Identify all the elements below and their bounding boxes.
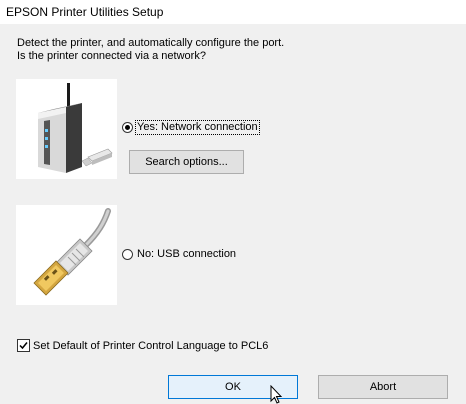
prompt-line-2: Is the printer connected via a network? [17, 50, 206, 62]
search-options-button[interactable]: Search options... [129, 150, 244, 174]
title-bar: EPSON Printer Utilities Setup [0, 0, 466, 24]
window-title: EPSON Printer Utilities Setup [6, 5, 164, 19]
setup-dialog: EPSON Printer Utilities Setup Detect the… [0, 0, 466, 404]
radio-selected-icon [122, 122, 133, 133]
usb-connection-radio[interactable]: No: USB connection [122, 248, 237, 261]
abort-button[interactable]: Abort [318, 375, 448, 399]
usb-cable-icon [16, 205, 117, 305]
usb-connection-label: No: USB connection [137, 248, 237, 260]
pcl6-default-label: Set Default of Printer Control Language … [33, 339, 269, 352]
prompt-text: Detect the printer, and automatically co… [17, 37, 284, 63]
prompt-line-1: Detect the printer, and automatically co… [17, 37, 285, 49]
pcl6-default-checkbox[interactable]: Set Default of Printer Control Language … [17, 339, 268, 352]
checkmark-icon [17, 339, 30, 352]
ok-button[interactable]: OK [168, 375, 298, 399]
network-connection-label: Yes: Network connection [135, 120, 260, 135]
network-connection-radio[interactable]: Yes: Network connection [122, 120, 260, 135]
radio-unselected-icon [122, 249, 133, 260]
wireless-router-icon [16, 79, 117, 179]
